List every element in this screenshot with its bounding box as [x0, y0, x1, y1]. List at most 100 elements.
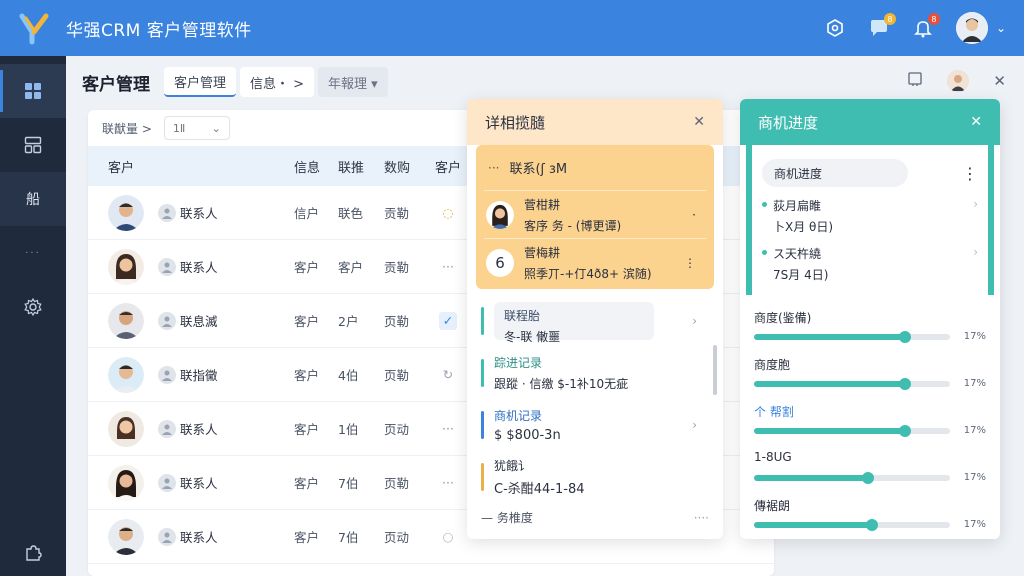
progress-label: 傳裾朗 [754, 499, 791, 513]
chevron-right-icon: › [973, 197, 978, 211]
header-avatar[interactable] [947, 70, 970, 92]
cell: 客户 [294, 314, 320, 329]
column-header[interactable]: 联推 [338, 157, 384, 176]
contact-name: 联系人 [180, 206, 218, 221]
detail-list-item[interactable]: 踪进记录 跟蹤 · 信缴 $-1补10无疵 [467, 347, 723, 399]
date-line2: 卜X月 θ日) [773, 220, 834, 234]
more-icon[interactable]: ···· [694, 511, 709, 525]
progress-knob[interactable] [898, 424, 911, 437]
radio-circle-icon[interactable]: ○ [428, 529, 468, 544]
column-header[interactable]: 客户 [88, 157, 278, 176]
sidebar-item-modules[interactable] [0, 118, 66, 172]
close-icon[interactable]: ✕ [693, 114, 705, 130]
checkmark-icon[interactable]: ✓ [428, 311, 468, 330]
progress-fill [754, 333, 905, 340]
scrollbar[interactable] [713, 345, 717, 395]
chevron-down-icon[interactable]: ⌄ [996, 21, 1006, 35]
tab-info[interactable]: 信息・ > [240, 67, 315, 97]
column-header[interactable]: 数购 [384, 157, 428, 176]
close-icon[interactable]: ✕ [970, 114, 982, 130]
progress-bar[interactable] [754, 471, 950, 484]
cell: 贡勒 [384, 206, 410, 221]
top-bar: 华强CRM 客户管理软件 8 8 ⌄ [0, 0, 1024, 56]
sidebar-footer[interactable] [0, 544, 66, 562]
more-icon[interactable]: ··· [428, 259, 468, 274]
sidebar-item-settings[interactable] [0, 280, 66, 334]
progress-label: 商度(鉴備) [754, 311, 812, 325]
progress-knob[interactable] [898, 377, 911, 390]
progress-knob[interactable] [861, 471, 874, 484]
refresh-icon[interactable]: ↻ [428, 367, 468, 382]
detail-panel-title: 详相揽膸 [485, 113, 546, 132]
progress-item: 个 帮割 17% [754, 403, 986, 437]
close-icon[interactable]: ✕ [993, 72, 1006, 90]
column-header[interactable]: 信息 [294, 157, 338, 176]
item-color-tag [481, 411, 484, 439]
cell: 客户 [294, 368, 320, 383]
progress-knob[interactable] [898, 330, 911, 343]
vertical-more-icon[interactable]: ⋮ [684, 256, 696, 270]
progress-label: 商度胞 [754, 358, 791, 372]
book-icon[interactable] [907, 71, 923, 91]
progress-percent: 17% [963, 378, 986, 389]
item-color-tag [481, 463, 484, 491]
contact-number: 6 [486, 249, 514, 277]
customer-photo [108, 194, 144, 231]
detail-list-item[interactable]: 商机记录 $ $800-3n › [467, 399, 723, 451]
contact-person-row[interactable]: 菅柑耕 客序 务 - (博更谭) · [484, 191, 706, 239]
person-icon [158, 473, 176, 492]
detail-list-item[interactable]: 联程胎 冬-联 僌噩 › [467, 295, 723, 347]
progress-bar[interactable] [754, 330, 950, 343]
progress-item: 1-8UG 17% [754, 450, 986, 484]
contact-summary-card: ··· 联系(ʃ ɜM 菅柑耕 客序 务 - (博更谭) · 6 菅梅耕 照季丌… [476, 145, 714, 289]
bell-icon[interactable]: 8 [912, 13, 940, 39]
sidebar-item-customers[interactable]: 船 [0, 172, 66, 226]
gear-icon [24, 298, 42, 316]
progress-knob[interactable] [865, 518, 878, 531]
loading-icon[interactable]: ◌ [428, 205, 468, 220]
contact-name: 联系人 [180, 476, 218, 491]
message-icon[interactable]: 8 [868, 13, 896, 39]
opportunity-pill[interactable]: 商机进度 [762, 159, 908, 187]
chevron-right-icon: › [973, 245, 978, 259]
chevron-right-icon[interactable]: › [692, 418, 697, 432]
filter-select[interactable]: 1Ⅱ ⌄ [163, 116, 230, 140]
opportunity-date-item[interactable]: 荻月扁睢 卜X月 θ日) › [762, 197, 978, 235]
detail-panel: 详相揽膸 ✕ ··· 联系(ʃ ɜM 菅柑耕 客序 务 - (博更谭) · 6 … [467, 99, 723, 539]
item-subtitle: 冬-联 僌噩 [504, 330, 561, 344]
more-icon[interactable]: ··· [428, 421, 468, 436]
user-avatar[interactable] [955, 12, 988, 44]
sidebar-item-dashboard[interactable] [0, 64, 66, 118]
hexagon-settings-icon[interactable] [824, 17, 846, 39]
sidebar-item-more[interactable]: ··· [0, 226, 66, 280]
progress-bar[interactable] [754, 518, 950, 531]
opportunity-date-item[interactable]: ス天杵繞 7S月 4日) › [762, 245, 978, 283]
progress-percent: 17% [963, 472, 986, 483]
contact-person-row[interactable]: 6 菅梅耕 照季丌-+仃4ð8+ 滨随) ⋮ [484, 239, 706, 287]
progress-bar[interactable] [754, 377, 950, 390]
more-icon[interactable]: ··· [428, 475, 468, 490]
more-icon: ··· [488, 160, 500, 175]
progress-fill [754, 521, 872, 528]
customer-photo [108, 356, 144, 393]
detail-list-item[interactable]: 犹餓讠 C-杀酣44-1-84 [467, 451, 723, 503]
item-color-tag [481, 359, 484, 387]
column-header[interactable]: 客户 [428, 157, 468, 176]
contact-person-name: 菅柑耕 [524, 197, 561, 212]
opportunity-panel: 商机进度 ✕ 商机进度 ⋮ 荻月扁睢 卜X月 θ日) › ス天杵繞 7S月 4日… [740, 99, 1000, 539]
dot-icon: · [692, 207, 696, 222]
progress-bar[interactable] [754, 424, 950, 437]
item-title: 踪进记录 [494, 356, 543, 370]
opportunity-panel-title: 商机进度 [758, 113, 819, 132]
tab-annual[interactable]: 年報理 ▾ [318, 67, 388, 97]
vertical-more-icon[interactable]: ⋮ [962, 164, 978, 183]
cell: 客户 [294, 422, 320, 437]
tab-customer-management[interactable]: 客户管理 [164, 67, 237, 97]
cell: 7伯 [338, 476, 359, 491]
person-icon [158, 527, 176, 546]
item-title: 犹餓讠 [494, 459, 531, 473]
app-logo[interactable] [16, 10, 52, 46]
filter-label[interactable]: 联猷量 > [102, 120, 152, 137]
chevron-right-icon[interactable]: › [692, 314, 697, 328]
customer-photo [108, 410, 144, 447]
